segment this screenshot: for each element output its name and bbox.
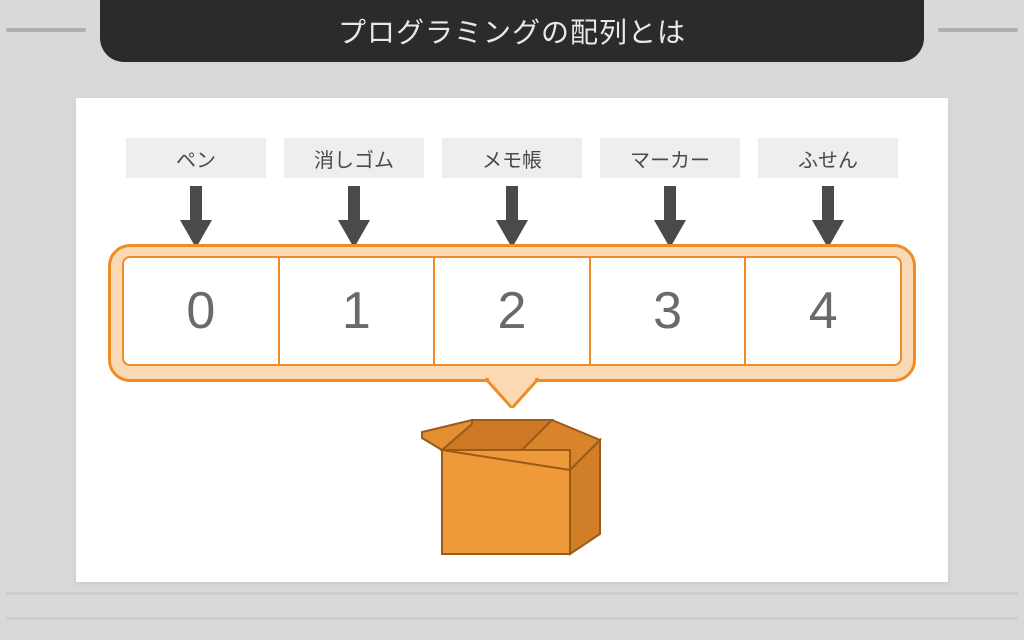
array-container: 0 1 2 3 4 [108,244,916,382]
arrow-down-icon [811,186,845,248]
array-cell: 4 [744,256,902,366]
item-label: メモ帳 [442,138,582,178]
array-cell: 1 [278,256,434,366]
header-accent-left [6,28,86,32]
pointer-triangle-icon [485,378,539,408]
header-accent-right [938,28,1018,32]
arrow-down-icon [179,186,213,248]
array-cell: 3 [589,256,745,366]
arrows-row [126,186,898,248]
array-cells: 0 1 2 3 4 [122,256,902,366]
item-label: マーカー [600,138,740,178]
diagram-canvas: ペン 消しゴム メモ帳 マーカー ふせん 0 1 2 3 4 [76,98,948,582]
arrow-down-icon [653,186,687,248]
item-label: ペン [126,138,266,178]
page-title: プログラミングの配列とは [100,0,924,62]
item-labels-row: ペン 消しゴム メモ帳 マーカー ふせん [126,138,898,178]
arrow-down-icon [337,186,371,248]
item-label: ふせん [758,138,898,178]
box-icon [412,408,612,568]
footer-divider [6,617,1018,620]
item-label: 消しゴム [284,138,424,178]
arrow-down-icon [495,186,529,248]
footer-divider [6,592,1018,595]
array-cell: 2 [433,256,589,366]
array-cell: 0 [122,256,278,366]
